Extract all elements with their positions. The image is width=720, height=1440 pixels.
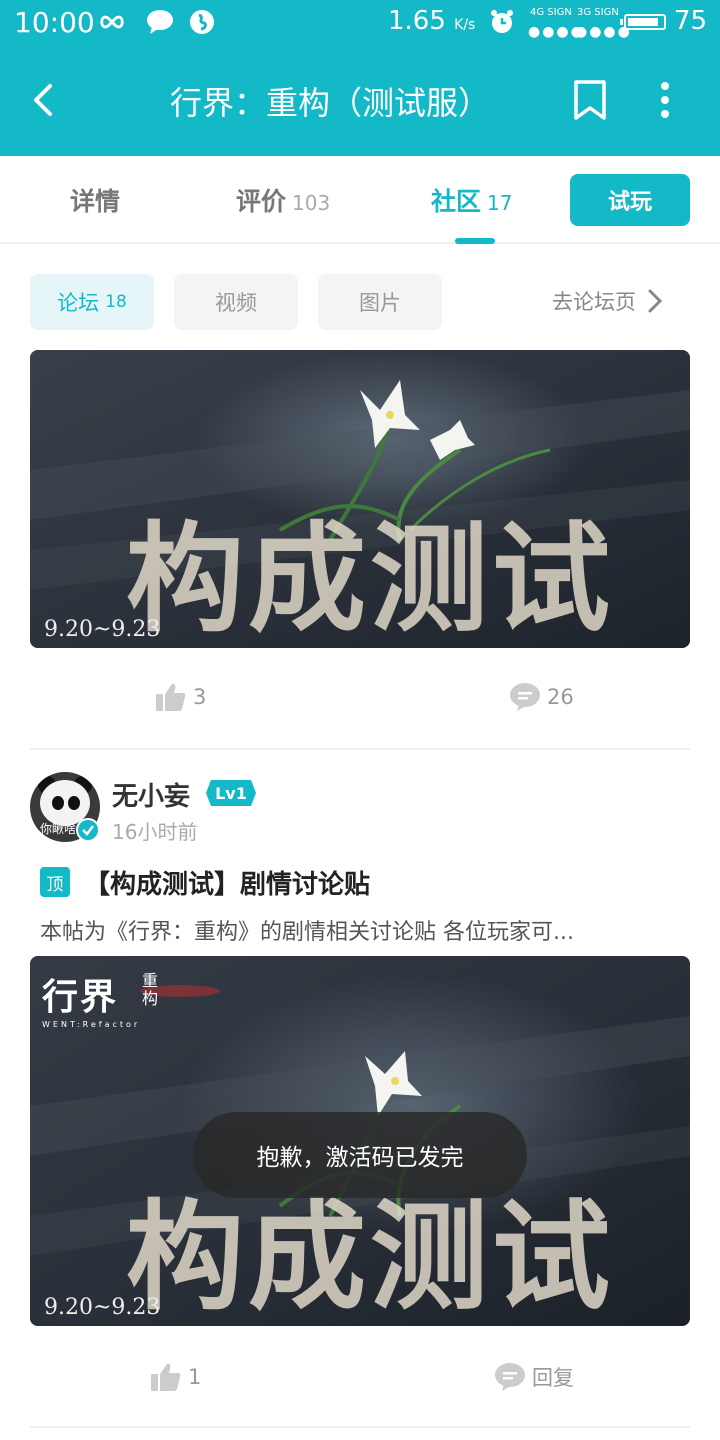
battery-icon — [620, 14, 666, 30]
verified-check-icon — [76, 818, 100, 842]
image-date-text: 9.20~9.23 — [44, 1295, 161, 1320]
image-date-text: 9.20~9.23 — [44, 617, 161, 642]
page-title: 行界：重构（测试服） — [169, 84, 490, 122]
app-bar: 行界：重构（测试服） — [0, 46, 720, 156]
post-image-1[interactable]: 构成测试 9.20~9.23 — [30, 350, 690, 648]
like-button-2[interactable]: 1 — [150, 1362, 201, 1392]
thumbs-up-icon — [156, 683, 186, 711]
status-bar: 10:00 1.65 K/s 4G SIGN ●●●● 3G SIGN ●●●●… — [0, 0, 720, 46]
reply-label-2: 回复 — [532, 1366, 574, 1390]
post-excerpt[interactable]: 本帖为《行界：重构》的剧情相关讨论贴 各位玩家可... — [40, 914, 680, 946]
filter-forum-count: 18 — [105, 292, 127, 312]
app-notification-icon — [188, 8, 216, 36]
game-logo-main: 行界 — [42, 976, 119, 1018]
game-logo: 行界 重构 WENT:Refactor — [42, 968, 158, 1030]
tab-details[interactable]: 详情 — [70, 182, 120, 218]
post-divider-2 — [30, 1426, 690, 1428]
tab-community-count: 17 — [487, 191, 513, 215]
filter-video[interactable]: 视频 — [174, 274, 298, 330]
post-divider-1 — [30, 748, 690, 750]
tab-community[interactable]: 社区 17 — [431, 182, 512, 218]
like-count-1: 3 — [193, 685, 207, 709]
goto-forum-link[interactable]: 去论坛页 — [552, 286, 662, 316]
try-play-button[interactable]: 试玩 — [570, 174, 690, 226]
filter-forum[interactable]: 论坛 18 — [30, 274, 154, 330]
post-title[interactable]: 【构成测试】剧情讨论贴 — [84, 864, 370, 901]
chevron-right-icon — [648, 289, 662, 313]
like-count-2: 1 — [188, 1365, 202, 1389]
bookmark-button[interactable] — [570, 78, 610, 122]
comment-bubble-icon — [495, 1363, 525, 1391]
tab-details-label: 详情 — [70, 187, 121, 216]
thumbs-up-icon — [151, 1363, 181, 1391]
tab-bar: 详情 评价 103 社区 17 试玩 — [0, 156, 720, 244]
more-vertical-icon — [661, 82, 669, 118]
network-speed: 1.65 K/s — [388, 6, 476, 36]
back-arrow-icon — [34, 84, 52, 116]
filter-images-label: 图片 — [359, 291, 401, 315]
filter-video-label: 视频 — [215, 291, 257, 315]
bookmark-icon — [574, 80, 606, 120]
game-logo-sub: WENT:Refactor — [42, 1020, 141, 1029]
battery-level: 75 — [674, 6, 708, 36]
more-menu-button[interactable] — [650, 78, 680, 122]
tab-reviews[interactable]: 评价 103 — [236, 182, 330, 218]
tab-community-label: 社区 — [431, 187, 482, 216]
pinned-badge: 顶 — [40, 867, 70, 897]
username[interactable]: 无小妄 — [112, 776, 190, 813]
chat-bubble-icon — [146, 8, 174, 36]
level-badge: Lv1 — [206, 780, 256, 806]
goto-forum-label: 去论坛页 — [552, 290, 636, 314]
reply-button-2[interactable]: 回复 — [494, 1362, 574, 1392]
alarm-icon — [488, 8, 516, 36]
avatar-caption: 你瞅啥 — [40, 822, 77, 836]
filter-forum-label: 论坛 — [57, 291, 100, 315]
tab-reviews-label: 评价 — [236, 187, 287, 216]
game-logo-side: 重构 — [142, 971, 159, 1008]
image-big-text: 构成测试 — [126, 509, 615, 648]
filter-images[interactable]: 图片 — [318, 274, 442, 330]
signal-label-3g: 3G SIGN — [577, 7, 619, 18]
toast-message: 抱歉，激活码已发完 — [193, 1112, 527, 1198]
comment-count-1: 26 — [547, 685, 574, 709]
comment-button-1[interactable]: 26 — [509, 682, 574, 712]
top-bar: 10:00 1.65 K/s 4G SIGN ●●●● 3G SIGN ●●●●… — [0, 0, 720, 156]
like-button-1[interactable]: 3 — [155, 682, 206, 712]
status-time: 10:00 — [14, 6, 95, 39]
back-button[interactable] — [20, 76, 64, 124]
signal-label-4g: 4G SIGN — [530, 7, 572, 18]
active-tab-indicator — [455, 238, 495, 244]
comment-bubble-icon — [510, 683, 540, 711]
tab-reviews-count: 103 — [292, 191, 331, 215]
infinity-icon — [98, 8, 126, 36]
post-time: 16小时前 — [112, 820, 198, 844]
